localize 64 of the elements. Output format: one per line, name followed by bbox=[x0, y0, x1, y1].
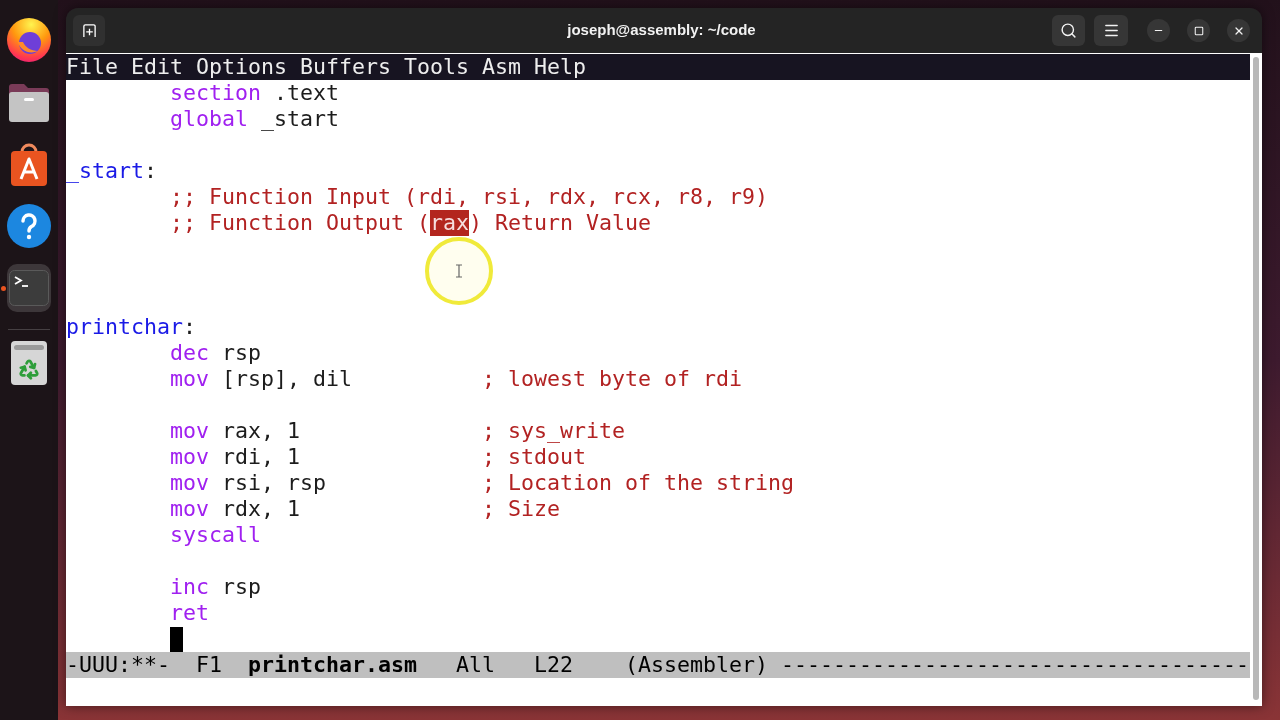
menu-item[interactable]: Help bbox=[534, 54, 587, 80]
code-operand: .text bbox=[274, 80, 340, 106]
code-label: _start: bbox=[66, 158, 158, 184]
code-comment: ; stdout bbox=[482, 444, 587, 470]
code-keyword: section bbox=[170, 80, 261, 106]
code-comment: ) Return Value bbox=[469, 210, 652, 236]
code-keyword: mov bbox=[170, 418, 209, 444]
menu-button[interactable] bbox=[1094, 15, 1128, 46]
buffer-position: All bbox=[456, 652, 496, 678]
code-keyword: mov bbox=[170, 366, 209, 392]
close-button[interactable] bbox=[1227, 19, 1250, 42]
code-comment: ; Size bbox=[482, 496, 561, 522]
code-comment: ; Location of the string bbox=[482, 470, 795, 496]
code-keyword: dec bbox=[170, 340, 209, 366]
line-number: L22 bbox=[534, 652, 574, 678]
code-operand: [rsp], dil bbox=[222, 366, 353, 392]
window-title: joseph@assembly: ~/code bbox=[567, 20, 756, 41]
browser-icon bbox=[7, 18, 51, 62]
code-operand: rsi, rsp bbox=[222, 470, 327, 496]
code-operand: rsp bbox=[222, 340, 262, 366]
menu-icon bbox=[1102, 22, 1120, 39]
code-comment: ; sys_write bbox=[482, 418, 626, 444]
maximize-icon bbox=[1193, 25, 1204, 36]
menu-item[interactable]: Edit bbox=[131, 54, 184, 80]
search-icon bbox=[1060, 22, 1077, 39]
mode-line-fill: ------------------------------------ bbox=[781, 652, 1250, 678]
code-keyword: ret bbox=[170, 600, 209, 626]
frame-name: F1 bbox=[196, 652, 223, 678]
cursor-highlight-icon bbox=[425, 237, 493, 305]
shopping-bag-icon bbox=[9, 142, 49, 186]
dock-button[interactable] bbox=[7, 202, 51, 250]
code-label: printchar: bbox=[66, 314, 197, 340]
dock-button[interactable] bbox=[7, 16, 51, 64]
code-keyword: global bbox=[170, 106, 248, 132]
modified-status: -UUU:**- bbox=[66, 652, 170, 678]
recycle-bin-icon bbox=[11, 341, 47, 385]
terminal-icon bbox=[9, 270, 49, 306]
code-operand: rsp bbox=[222, 574, 262, 600]
folder-icon bbox=[8, 82, 50, 122]
maximize-button[interactable] bbox=[1187, 19, 1210, 42]
code-comment: ; lowest byte of rdi bbox=[482, 366, 743, 392]
new-tab-button[interactable] bbox=[73, 15, 105, 46]
code-comment: ;; Function Output ( bbox=[170, 210, 430, 236]
menu-item[interactable]: Asm bbox=[482, 54, 522, 80]
menu-item[interactable]: Options bbox=[196, 54, 288, 80]
new-tab-icon bbox=[81, 23, 97, 38]
help-icon bbox=[7, 204, 51, 248]
code-operand: rax, 1 bbox=[222, 418, 301, 444]
menu-item[interactable]: Buffers bbox=[300, 54, 392, 80]
code-keyword: mov bbox=[170, 444, 209, 470]
major-mode: (Assembler) bbox=[625, 652, 769, 678]
menu-item[interactable]: File bbox=[66, 54, 118, 80]
code-operand: rdx, 1 bbox=[222, 496, 301, 522]
code-keyword: inc bbox=[170, 574, 209, 600]
code-keyword: syscall bbox=[170, 522, 261, 548]
code-keyword: mov bbox=[170, 470, 209, 496]
buffer-name: printchar.asm bbox=[248, 652, 418, 678]
code-keyword: mov bbox=[170, 496, 209, 522]
menu-item[interactable]: Tools bbox=[404, 54, 470, 80]
search-button[interactable] bbox=[1052, 15, 1085, 46]
code-operand: rdi, 1 bbox=[222, 444, 301, 470]
selected-text: rax bbox=[430, 210, 470, 236]
code-operand: _start bbox=[261, 106, 340, 132]
code-comment: ;; Function Input (rdi, rsi, rdx, rcx, r8, r9) bbox=[170, 184, 769, 210]
